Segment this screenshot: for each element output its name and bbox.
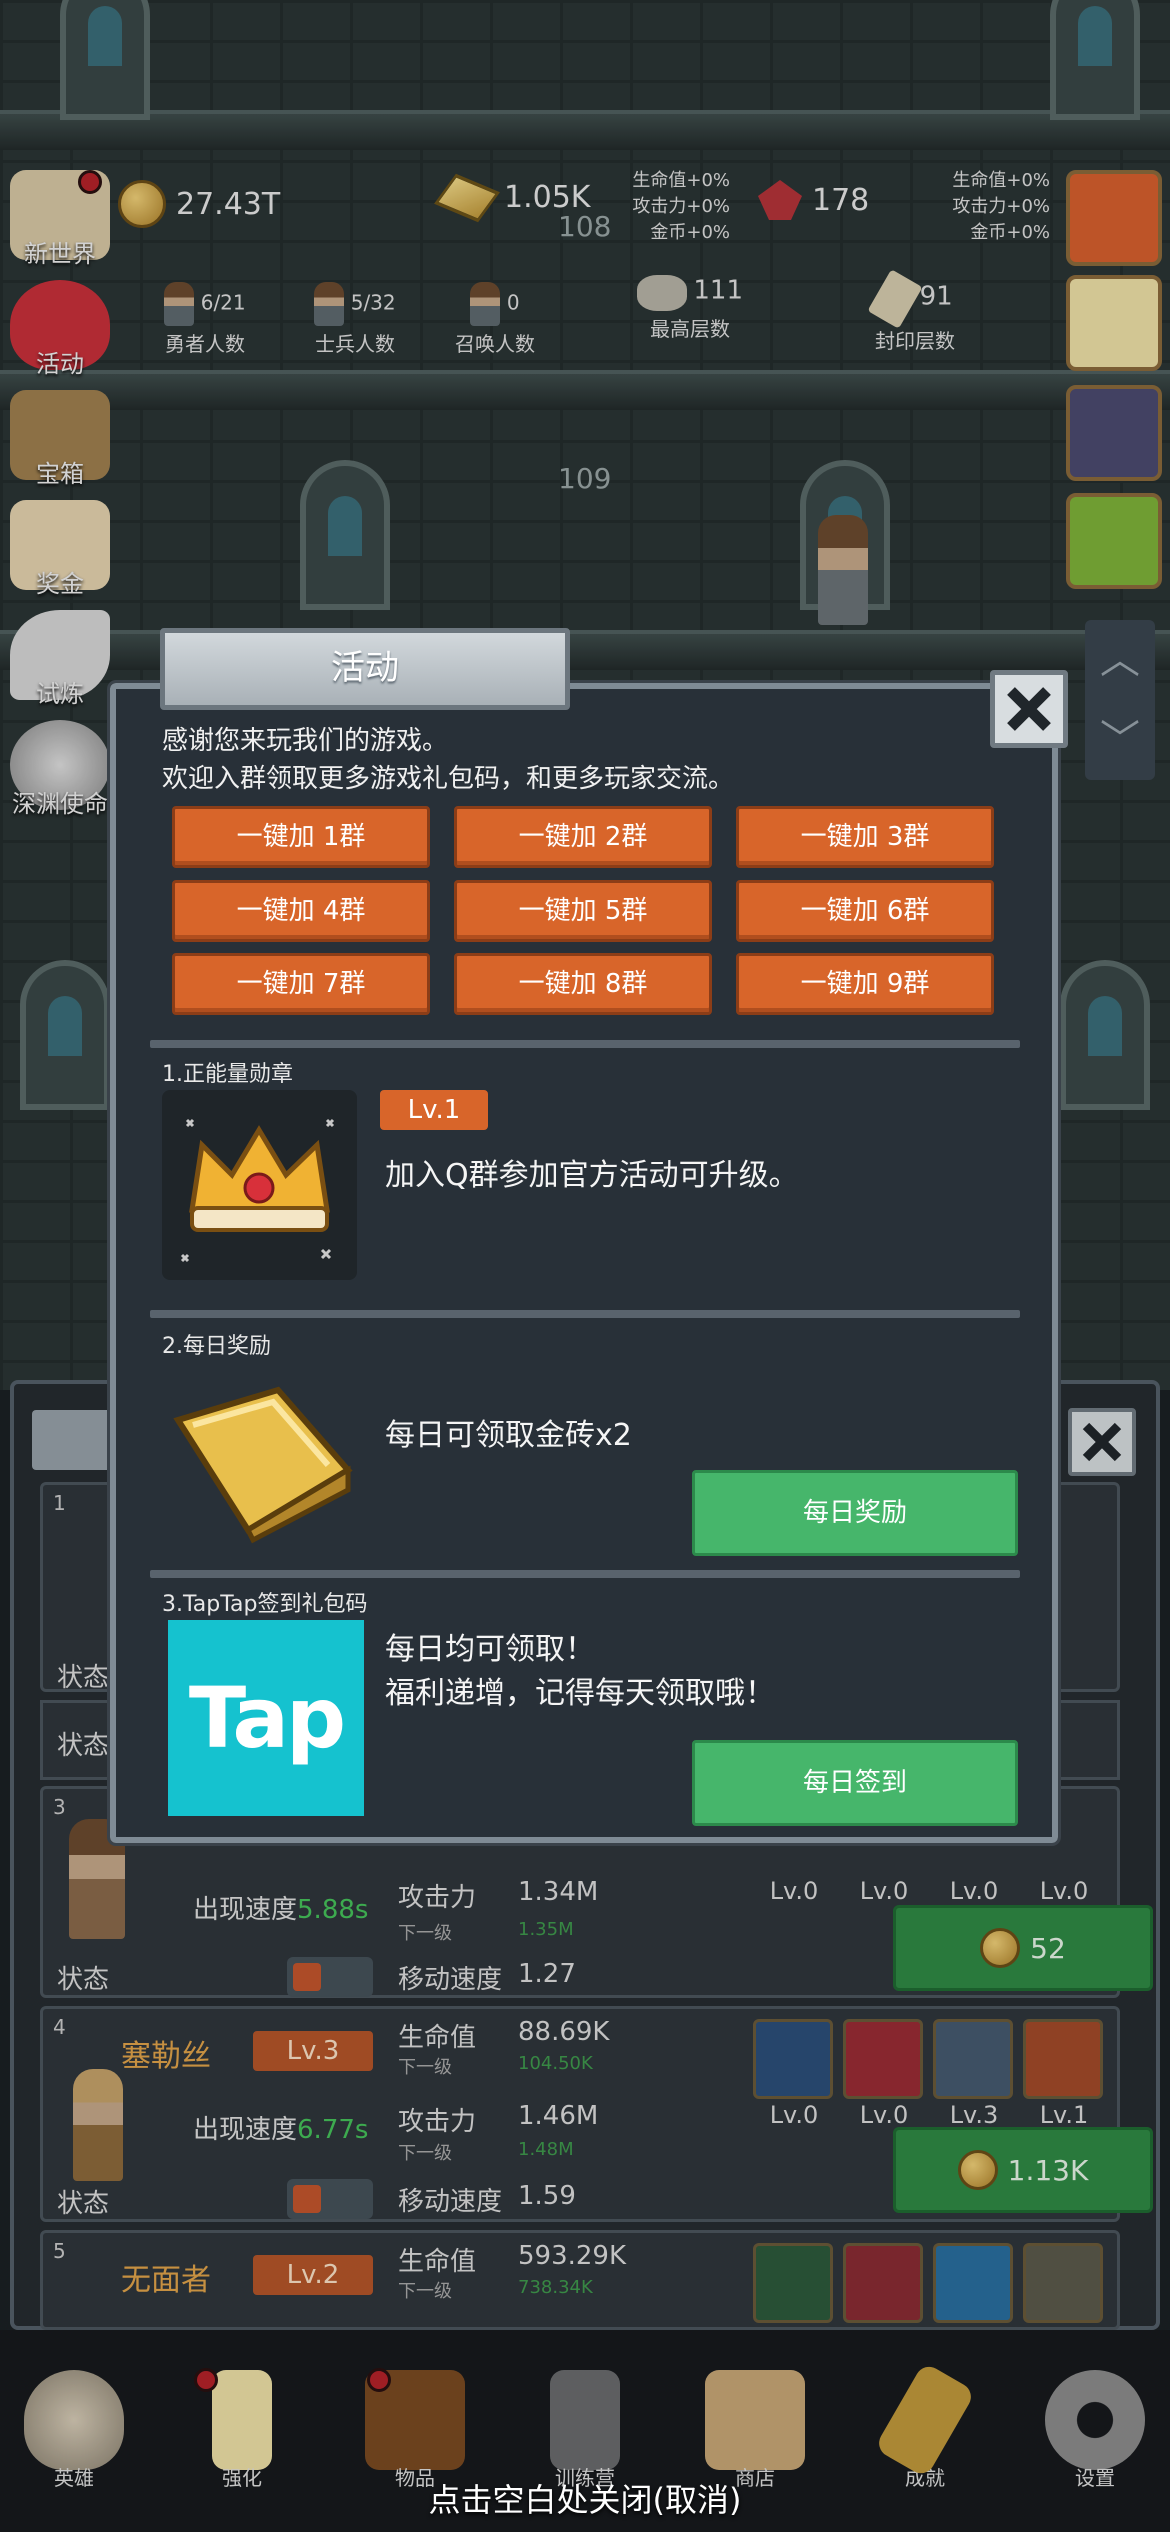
join-group-6-button[interactable]: 一键加 6群 xyxy=(736,880,994,942)
join-group-5-button[interactable]: 一键加 5群 xyxy=(454,880,712,942)
section-title: 1.正能量勋章 xyxy=(162,1062,293,1087)
join-group-3-button[interactable]: 一键加 3群 xyxy=(736,806,994,868)
dialog-close-button[interactable] xyxy=(990,670,1068,748)
medal-level: Lv.1 xyxy=(380,1090,488,1130)
section-divider xyxy=(150,1310,1020,1318)
daily-reward-desc: 每日可领取金砖x2 xyxy=(385,1418,632,1453)
taptap-desc-2: 福利递增，记得每天领取哦！ xyxy=(385,1676,775,1711)
section-title: 2.每日奖励 xyxy=(162,1334,271,1359)
section-divider xyxy=(150,1570,1020,1578)
gold-bar-icon xyxy=(173,1386,353,1544)
dialog-title: 活动 xyxy=(160,628,570,710)
join-group-4-button[interactable]: 一键加 4群 xyxy=(172,880,430,942)
intro-invite: 欢迎入群领取更多游戏礼包码，和更多玩家交流。 xyxy=(162,764,735,794)
intro-thanks: 感谢您来玩我们的游戏。 xyxy=(162,726,449,756)
join-group-7-button[interactable]: 一键加 7群 xyxy=(172,953,430,1015)
join-group-1-button[interactable]: 一键加 1群 xyxy=(172,806,430,868)
section-title: 3.TapTap签到礼包码 xyxy=(162,1592,368,1617)
taptap-desc-1: 每日均可领取！ xyxy=(385,1632,595,1667)
medal-desc: 加入Q群参加官方活动可升级。 xyxy=(385,1158,799,1193)
close-hint[interactable]: 点击空白处关闭(取消) xyxy=(0,2475,1170,2521)
join-group-2-button[interactable]: 一键加 2群 xyxy=(454,806,712,868)
daily-checkin-button[interactable]: 每日签到 xyxy=(692,1740,1018,1826)
close-icon xyxy=(1007,687,1051,731)
join-group-8-button[interactable]: 一键加 8群 xyxy=(454,953,712,1015)
join-group-9-button[interactable]: 一键加 9群 xyxy=(736,953,994,1015)
daily-reward-button[interactable]: 每日奖励 xyxy=(692,1470,1018,1556)
medal-frame xyxy=(162,1090,357,1280)
taptap-logo: Tap xyxy=(168,1620,364,1816)
section-divider xyxy=(150,1040,1020,1048)
crown-icon xyxy=(180,1118,335,1263)
